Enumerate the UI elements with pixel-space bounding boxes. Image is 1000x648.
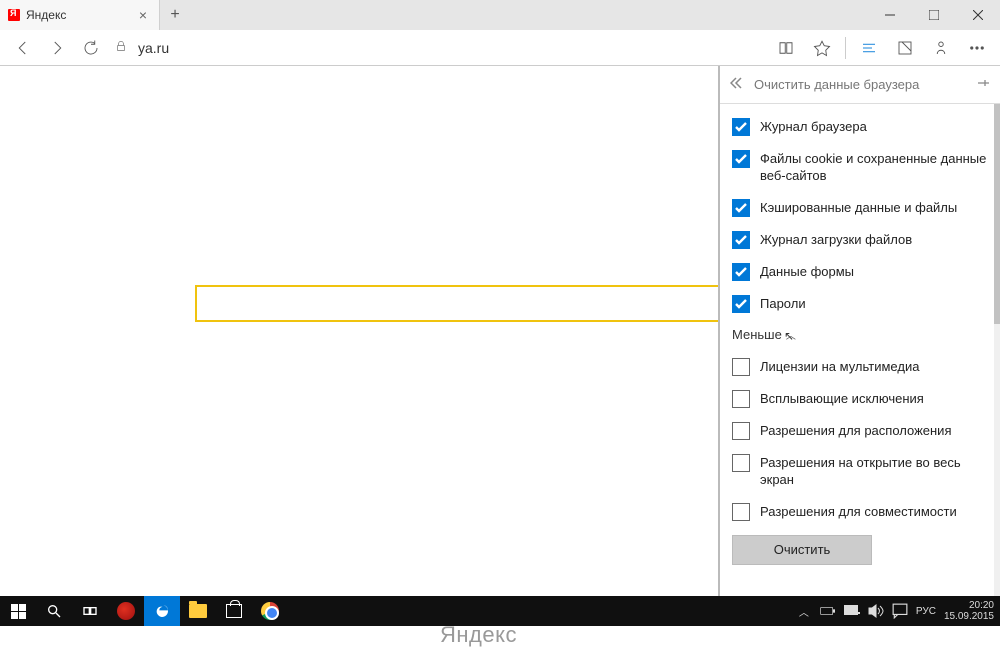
taskbar-edge[interactable] [144, 596, 180, 626]
checkbox-label: Данные формы [760, 263, 854, 281]
address-bar[interactable]: ya.ru [108, 39, 769, 56]
checkbox-icon [732, 199, 750, 217]
url-text: ya.ru [138, 40, 169, 56]
checkbox-label: Файлы cookie и сохраненные данные веб-са… [760, 150, 988, 185]
checkbox-label: Журнал загрузки файлов [760, 231, 912, 249]
refresh-button[interactable] [74, 31, 108, 65]
maximize-button[interactable] [912, 0, 956, 30]
less-label: Меньше [732, 327, 782, 342]
minimize-button[interactable] [868, 0, 912, 30]
panel-title: Очистить данные браузера [754, 77, 919, 92]
chevron-up-icon: ︿ [786, 327, 796, 342]
checkbox-label: Разрешения для совместимости [760, 503, 957, 521]
webnote-button[interactable] [888, 31, 922, 65]
checkbox-download-history[interactable]: Журнал загрузки файлов [732, 231, 988, 249]
clear-button-label: Очистить [774, 542, 831, 557]
reading-view-button[interactable] [769, 31, 803, 65]
checkbox-fullscreen-permissions[interactable]: Разрешения на открытие во весь экран [732, 454, 988, 489]
browser-tab[interactable]: Яндекс × [0, 0, 160, 30]
checkbox-label: Журнал браузера [760, 118, 867, 136]
share-button[interactable] [924, 31, 958, 65]
taskbar-explorer[interactable] [180, 596, 216, 626]
checkbox-browsing-history[interactable]: Журнал браузера [732, 118, 988, 136]
system-tray: ︿ РУС 20:20 15.09.2015 [796, 600, 1000, 622]
checkbox-icon [732, 263, 750, 281]
lock-icon [114, 39, 128, 56]
search-button[interactable] [36, 596, 72, 626]
checkbox-label: Разрешения на открытие во весь экран [760, 454, 988, 489]
tray-time: 20:20 [944, 600, 994, 611]
checkbox-cached-data[interactable]: Кэшированные данные и файлы [732, 199, 988, 217]
checkbox-icon [732, 390, 750, 408]
tab-close-icon[interactable]: × [135, 7, 151, 23]
favorites-button[interactable] [805, 31, 839, 65]
checkbox-form-data[interactable]: Данные формы [732, 263, 988, 281]
clear-button[interactable]: Очистить [732, 535, 872, 565]
panel-back-icon[interactable] [730, 77, 744, 92]
start-button[interactable] [0, 596, 36, 626]
window-controls [868, 0, 1000, 30]
checkbox-compat-permissions[interactable]: Разрешения для совместимости [732, 503, 988, 521]
tray-chevron-icon[interactable]: ︿ [796, 604, 812, 619]
checkbox-media-licenses[interactable]: Лицензии на мультимедиа [732, 358, 988, 376]
tray-volume-icon[interactable] [868, 603, 884, 619]
panel-header: Очистить данные браузера [720, 66, 1000, 104]
yandex-search-input[interactable] [195, 285, 721, 322]
checkbox-passwords[interactable]: Пароли [732, 295, 988, 313]
taskbar-chrome[interactable] [252, 596, 288, 626]
checkbox-cookies[interactable]: Файлы cookie и сохраненные данные веб-са… [732, 150, 988, 185]
checkbox-icon [732, 454, 750, 472]
tray-language[interactable]: РУС [916, 606, 936, 617]
page-content: Яндекс Очистить данные браузера Журнал б… [0, 66, 1000, 596]
checkbox-icon [732, 503, 750, 521]
more-button[interactable] [960, 31, 994, 65]
checkbox-label: Кэшированные данные и файлы [760, 199, 957, 217]
taskbar-ccleaner[interactable] [108, 596, 144, 626]
taskbar: ︿ РУС 20:20 15.09.2015 [0, 596, 1000, 626]
navbar: ya.ru [0, 30, 1000, 66]
checkbox-label: Разрешения для расположения [760, 422, 951, 440]
checkbox-icon [732, 150, 750, 168]
tray-notifications-icon[interactable] [892, 603, 908, 619]
checkbox-icon [732, 231, 750, 249]
tray-battery-icon[interactable] [820, 603, 836, 619]
taskbar-store[interactable] [216, 596, 252, 626]
separator [845, 37, 846, 59]
new-tab-button[interactable]: + [160, 0, 190, 30]
tray-network-icon[interactable] [844, 603, 860, 619]
taskview-button[interactable] [72, 596, 108, 626]
checkbox-icon [732, 358, 750, 376]
pin-icon[interactable] [976, 77, 990, 92]
panel-scrollbar[interactable] [994, 104, 1000, 596]
forward-button[interactable] [40, 31, 74, 65]
checkbox-label: Всплывающие исключения [760, 390, 924, 408]
hub-button[interactable] [852, 31, 886, 65]
checkbox-icon [732, 295, 750, 313]
checkbox-popup-exceptions[interactable]: Всплывающие исключения [732, 390, 988, 408]
favicon-yandex [8, 9, 20, 21]
tray-clock[interactable]: 20:20 15.09.2015 [944, 600, 994, 622]
close-window-button[interactable] [956, 0, 1000, 30]
panel-body: Журнал браузера Файлы cookie и сохраненн… [720, 104, 1000, 575]
tray-date: 15.09.2015 [944, 611, 994, 622]
checkbox-icon [732, 118, 750, 136]
checkbox-label: Лицензии на мультимедиа [760, 358, 919, 376]
back-button[interactable] [6, 31, 40, 65]
checkbox-label: Пароли [760, 295, 806, 313]
checkbox-icon [732, 422, 750, 440]
show-less-toggle[interactable]: Меньше ︿ ↖ [732, 327, 988, 342]
tab-title: Яндекс [26, 8, 66, 22]
titlebar: Яндекс × + [0, 0, 1000, 30]
clear-data-panel: Очистить данные браузера Журнал браузера… [718, 66, 1000, 596]
checkbox-location-permissions[interactable]: Разрешения для расположения [732, 422, 988, 440]
